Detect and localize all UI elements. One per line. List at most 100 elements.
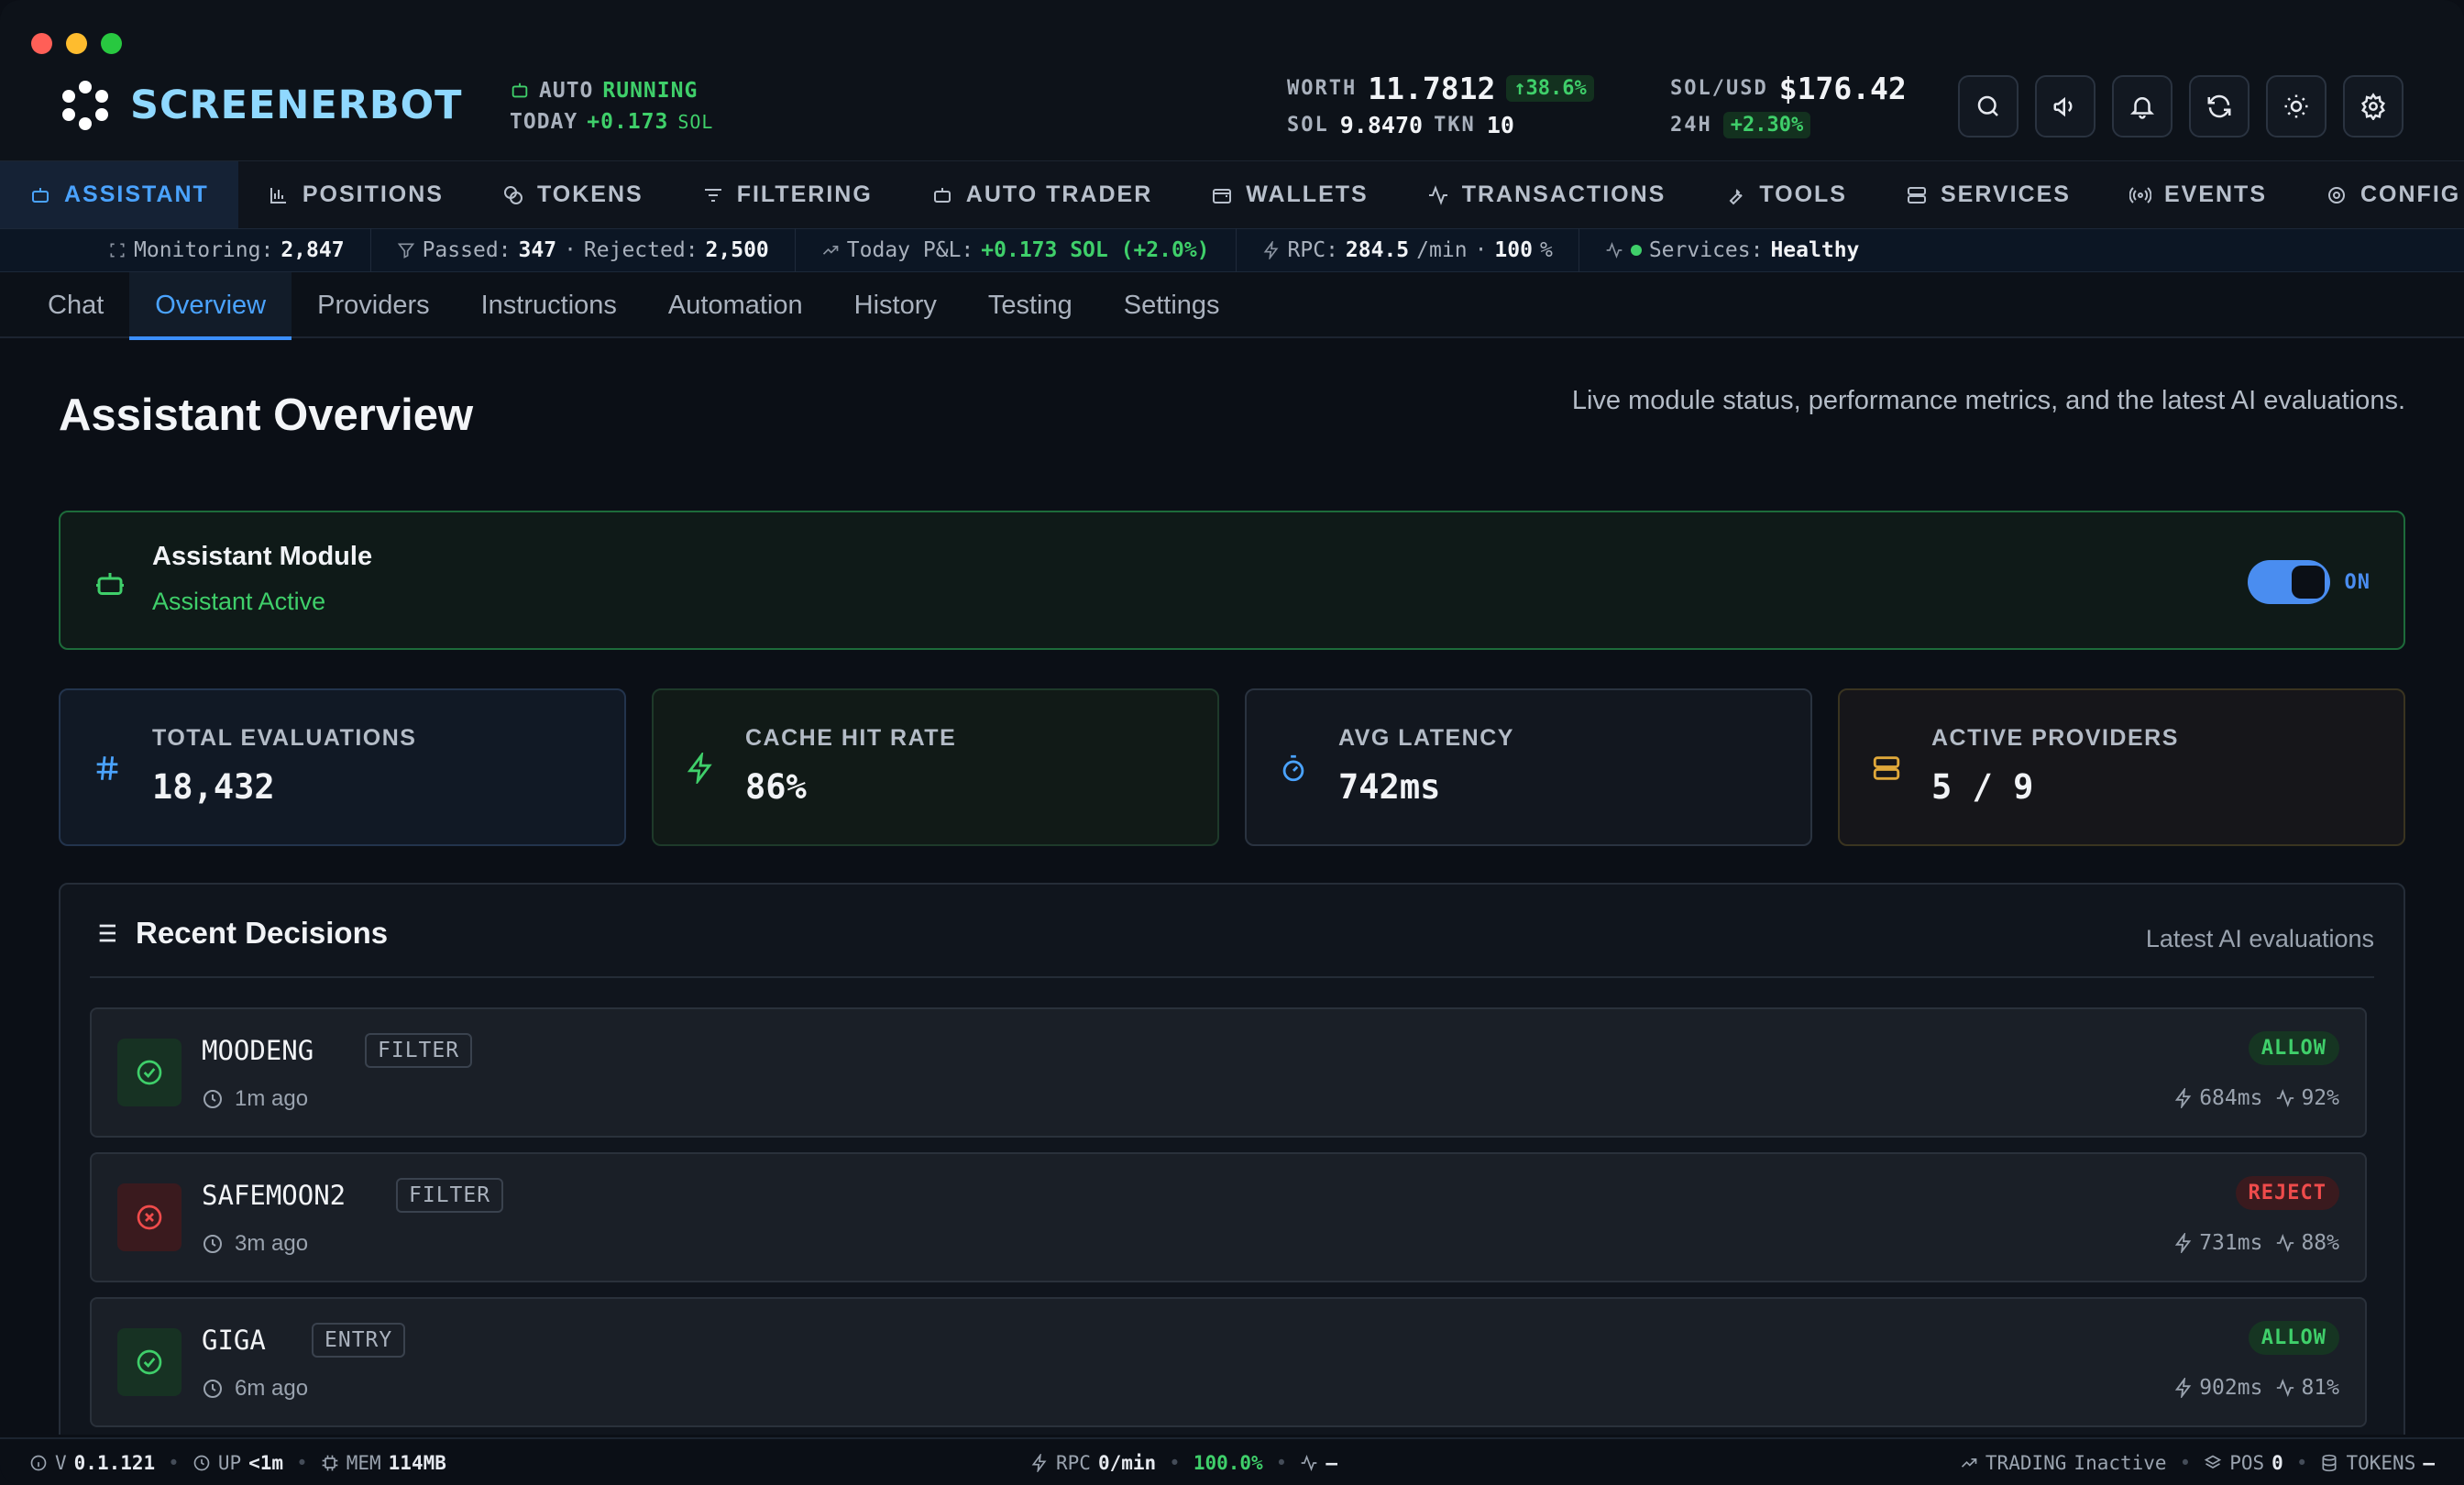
pnl-label: Today P&L: xyxy=(846,238,974,262)
auto-status-value: RUNNING xyxy=(602,79,698,103)
activity-icon xyxy=(1300,1454,1318,1472)
chart-icon xyxy=(268,184,290,206)
window-controls xyxy=(31,33,122,54)
nav-item-transactions[interactable]: TRANSACTIONS xyxy=(1398,161,1696,228)
nav-item-filtering[interactable]: FILTERING xyxy=(673,161,902,228)
separator-dot: • xyxy=(168,1452,180,1474)
list-icon xyxy=(90,918,119,948)
tab-overview[interactable]: Overview xyxy=(129,272,292,340)
bell-icon xyxy=(2128,93,2156,120)
tab-automation[interactable]: Automation xyxy=(643,272,829,338)
nav-item-label: SERVICES xyxy=(1940,182,2071,207)
tab-history[interactable]: History xyxy=(829,272,962,338)
nav-item-label: WALLETS xyxy=(1246,182,1369,207)
footer-left: V 0.1.121 • UP <1m • MEM 114MB xyxy=(29,1439,446,1485)
services-stat: Services: Healthy xyxy=(1579,228,1886,272)
latency-value: 684ms xyxy=(2199,1086,2263,1110)
token-name: GIGA xyxy=(202,1325,266,1356)
metric-card-avg-latency: AVG LATENCY 742ms xyxy=(1245,688,1812,846)
nav-item-wallets[interactable]: WALLETS xyxy=(1182,161,1397,228)
nav-item-auto-trader[interactable]: AUTO TRADER xyxy=(902,161,1182,228)
zap-icon xyxy=(2173,1378,2194,1398)
activity-value: — xyxy=(1326,1452,1337,1474)
nav-item-label: ASSISTANT xyxy=(64,182,209,207)
minimize-window-button[interactable] xyxy=(66,33,87,54)
announcements-button[interactable] xyxy=(2035,75,2096,138)
gear-icon xyxy=(2360,93,2387,120)
radio-icon xyxy=(2128,184,2151,206)
rpc-percent: 100 xyxy=(1494,238,1533,262)
decision-row[interactable]: GIGA ENTRY 6m ago ALLOW 902ms 81% xyxy=(90,1297,2367,1427)
toggle-knob xyxy=(2292,566,2325,599)
today-label: TODAY xyxy=(510,110,578,134)
passed-value: 347 xyxy=(518,238,557,262)
robot-icon xyxy=(931,184,953,206)
nav-item-services[interactable]: SERVICES xyxy=(1876,161,2100,228)
positions-label: POS xyxy=(2229,1452,2265,1474)
module-status: Assistant Active xyxy=(152,588,326,615)
decision-metrics: 731ms 88% xyxy=(2173,1231,2339,1255)
sol-label: SOL xyxy=(1287,113,1329,137)
nav-item-tokens[interactable]: TOKENS xyxy=(473,161,673,228)
metric-value: 5 / 9 xyxy=(1931,767,2034,807)
decision-row[interactable]: MOODENG FILTER 1m ago ALLOW 684ms 92% xyxy=(90,1007,2367,1138)
confidence-value: 88% xyxy=(2301,1231,2339,1255)
check-circle-icon xyxy=(135,1348,164,1377)
nav-item-label: POSITIONS xyxy=(302,182,444,207)
tab-testing[interactable]: Testing xyxy=(962,272,1098,338)
metric-label: ACTIVE PROVIDERS xyxy=(1931,725,2179,751)
wallet-icon xyxy=(1211,184,1233,206)
decision-time: 1m ago xyxy=(202,1086,308,1112)
trending-up-icon xyxy=(1960,1454,1978,1472)
coins-icon xyxy=(502,184,524,206)
wrench-icon xyxy=(1724,184,1746,206)
confidence-metric: 81% xyxy=(2275,1376,2339,1400)
decision-row[interactable]: SAFEMOON2 FILTER 3m ago REJECT 731ms 88% xyxy=(90,1152,2367,1282)
module-toggle[interactable] xyxy=(2248,560,2330,604)
tab-providers[interactable]: Providers xyxy=(292,272,456,338)
nav-item-events[interactable]: EVENTS xyxy=(2100,161,2296,228)
tab-chat[interactable]: Chat xyxy=(22,272,129,338)
decision-type-tag: FILTER xyxy=(396,1178,504,1213)
confidence-value: 81% xyxy=(2301,1376,2339,1400)
rpc-percent-unit: % xyxy=(1539,238,1553,262)
zap-icon xyxy=(685,753,716,784)
maximize-window-button[interactable] xyxy=(101,33,122,54)
close-window-button[interactable] xyxy=(31,33,52,54)
nav-item-tools[interactable]: TOOLS xyxy=(1695,161,1876,228)
rejected-value: 2,500 xyxy=(705,238,769,262)
metric-card-total-evaluations: TOTAL EVALUATIONS 18,432 xyxy=(59,688,626,846)
separator-dot: · xyxy=(564,238,577,262)
nav-item-config[interactable]: CONFIG xyxy=(2296,161,2464,228)
settings-button[interactable] xyxy=(2343,75,2404,138)
tab-instructions[interactable]: Instructions xyxy=(456,272,643,338)
separator-dot: • xyxy=(2179,1452,2192,1474)
main-content: Assistant Overview Live module status, p… xyxy=(59,338,2405,1435)
decision-status-badge xyxy=(117,1039,182,1106)
notifications-button[interactable] xyxy=(2112,75,2172,138)
hash-icon xyxy=(92,753,123,784)
bot-icon xyxy=(29,184,51,206)
memory-label: MEM xyxy=(346,1452,381,1474)
sub-tabs: Chat Overview Providers Instructions Aut… xyxy=(0,272,2464,340)
decision-time: 6m ago xyxy=(202,1376,308,1402)
footer-middle: RPC 0/min • 100.0% • — xyxy=(1030,1439,1337,1485)
nav-item-label: FILTERING xyxy=(736,182,873,207)
passed-label: Passed: xyxy=(422,238,512,262)
decisions-title: Recent Decisions xyxy=(136,916,389,950)
tab-settings[interactable]: Settings xyxy=(1098,272,1246,338)
nav-item-assistant[interactable]: ASSISTANT xyxy=(0,161,238,228)
search-button[interactable] xyxy=(1958,75,2018,138)
decisions-header: Recent Decisions xyxy=(90,916,388,951)
nav-item-positions[interactable]: POSITIONS xyxy=(238,161,473,228)
brand[interactable]: SCREENERBOT xyxy=(60,81,463,130)
refresh-button[interactable] xyxy=(2189,75,2250,138)
nav-item-label: EVENTS xyxy=(2163,182,2267,207)
theme-toggle-button[interactable] xyxy=(2266,75,2326,138)
uptime-value: <1m xyxy=(248,1452,284,1474)
filter-icon xyxy=(702,184,724,206)
robot-icon xyxy=(510,81,530,101)
rpc-stat: RPC: 284.5 /min · 100 % xyxy=(1237,228,1579,272)
token-name: SAFEMOON2 xyxy=(202,1180,346,1211)
header-actions xyxy=(1958,75,2404,138)
